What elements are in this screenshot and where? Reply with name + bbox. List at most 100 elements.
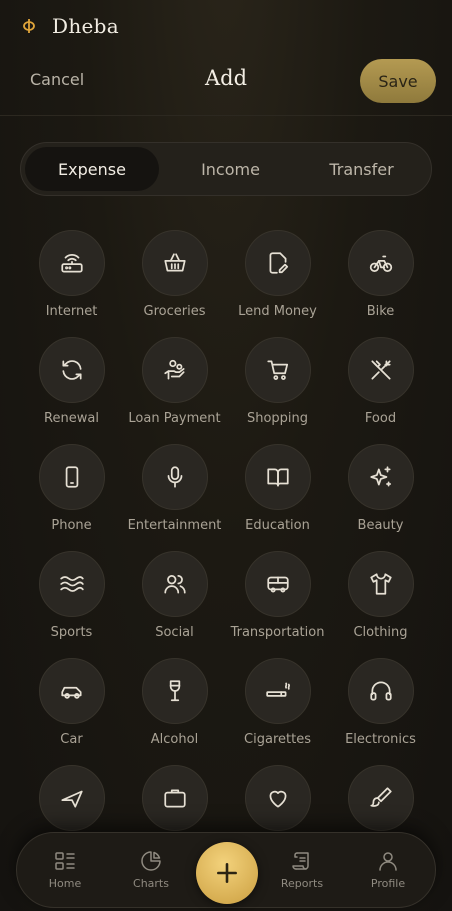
plane-icon [60, 790, 83, 808]
category-icon-circle [38, 765, 105, 831]
nav-charts[interactable]: Charts [119, 849, 183, 890]
basket-icon [163, 253, 186, 272]
category-icon-circle [38, 230, 105, 296]
category-label: Cigarettes [244, 732, 311, 747]
category-shopping[interactable]: Shopping [226, 337, 329, 427]
nav-home-label: Home [48, 877, 82, 890]
category-label: Internet [45, 304, 98, 319]
category-label: Groceries [143, 304, 206, 319]
category-beauty[interactable]: Beauty [329, 444, 432, 534]
tab-income[interactable]: Income [165, 147, 296, 191]
nav-profile[interactable]: Profile [356, 849, 420, 890]
briefcase-icon [163, 789, 186, 808]
category-icon-circle [38, 658, 105, 724]
category-label: Alcohol [150, 732, 199, 747]
nav-reports[interactable]: Reports [270, 849, 334, 890]
category-partial[interactable] [123, 765, 226, 831]
category-icon-circle [244, 230, 311, 296]
category-icon-circle [244, 337, 311, 403]
category-label: Entertainment [127, 518, 222, 533]
category-label: Food [364, 411, 397, 426]
category-label: Transportation [230, 625, 325, 640]
category-icon-circle [347, 765, 414, 831]
category-education[interactable]: Education [226, 444, 329, 534]
category-label: Education [245, 518, 310, 533]
category-icon-circle [347, 337, 414, 403]
category-label: Loan Payment [128, 411, 221, 426]
category-phone[interactable]: Phone [20, 444, 123, 534]
bike-icon [369, 255, 392, 272]
category-icon-circle [244, 765, 311, 831]
nav-profile-label: Profile [370, 877, 406, 890]
category-label: Car [60, 732, 83, 747]
category-icon-circle [347, 551, 414, 617]
plus-icon [217, 863, 237, 883]
category-transportation[interactable]: Transportation [226, 551, 329, 641]
category-internet[interactable]: Internet [20, 230, 123, 320]
home-grid-icon [55, 852, 75, 870]
tab-transfer[interactable]: Transfer [296, 147, 427, 191]
category-icon-circle [141, 230, 208, 296]
category-partial[interactable] [20, 765, 123, 831]
category-grid: Internet Groceries Lend Money Bike Renew… [20, 230, 432, 831]
category-icon-circle [244, 444, 311, 510]
users-icon [163, 575, 186, 594]
category-label: Sports [50, 625, 93, 640]
category-label: Phone [51, 518, 92, 533]
tab-expense[interactable]: Expense [25, 147, 159, 191]
category-label: Renewal [44, 411, 99, 426]
category-sports[interactable]: Sports [20, 551, 123, 641]
nav-home[interactable]: Home [33, 849, 97, 890]
shirt-icon [369, 573, 392, 595]
category-label: Social [155, 625, 194, 640]
category-icon-circle [141, 658, 208, 724]
book-icon [266, 468, 289, 487]
add-transaction-button[interactable] [196, 842, 258, 904]
category-lend-money[interactable]: Lend Money [226, 230, 329, 320]
category-entertainment[interactable]: Entertainment [123, 444, 226, 534]
bus-icon [266, 576, 289, 593]
microphone-icon [167, 466, 182, 488]
category-icon-circle [38, 337, 105, 403]
category-icon-circle [347, 230, 414, 296]
headphones-icon [369, 681, 392, 701]
heart-icon [269, 790, 286, 808]
category-cigarettes[interactable]: Cigarettes [226, 658, 329, 748]
category-social[interactable]: Social [123, 551, 226, 641]
category-food[interactable]: Food [329, 337, 432, 427]
category-label: Electronics [345, 732, 416, 747]
hand-coins-icon [163, 359, 185, 380]
category-label: Shopping [246, 411, 309, 426]
category-renewal[interactable]: Renewal [20, 337, 123, 427]
save-button[interactable]: Save [360, 59, 436, 103]
category-partial[interactable] [226, 765, 329, 831]
nav-reports-label: Reports [280, 877, 324, 890]
category-icon-circle [38, 551, 105, 617]
page-header: Cancel Add Save [0, 52, 452, 116]
category-icon-circle [347, 658, 414, 724]
category-partial[interactable] [329, 765, 432, 831]
category-alcohol[interactable]: Alcohol [123, 658, 226, 748]
app-screen: Dheba Cancel Add Save Expense Income Tra… [0, 0, 452, 911]
category-loan-payment[interactable]: Loan Payment [123, 337, 226, 427]
brand-name: Dheba [52, 14, 119, 38]
category-bike[interactable]: Bike [329, 230, 432, 320]
pie-chart-icon [141, 851, 161, 871]
category-clothing[interactable]: Clothing [329, 551, 432, 641]
brand-logo-icon [22, 17, 36, 35]
router-icon [60, 254, 83, 273]
shopping-cart-icon [266, 360, 288, 380]
utensils-icon [370, 360, 391, 380]
category-label: Clothing [353, 625, 408, 640]
category-electronics[interactable]: Electronics [329, 658, 432, 748]
brush-icon [369, 787, 392, 807]
category-icon-circle [141, 765, 208, 831]
category-groceries[interactable]: Groceries [123, 230, 226, 320]
category-icon-circle [141, 444, 208, 510]
category-car[interactable]: Car [20, 658, 123, 748]
category-icon-circle [244, 658, 311, 724]
sparkles-icon [369, 466, 391, 487]
category-icon-circle [347, 444, 414, 510]
user-icon [379, 852, 397, 871]
wine-glass-icon [169, 680, 180, 702]
